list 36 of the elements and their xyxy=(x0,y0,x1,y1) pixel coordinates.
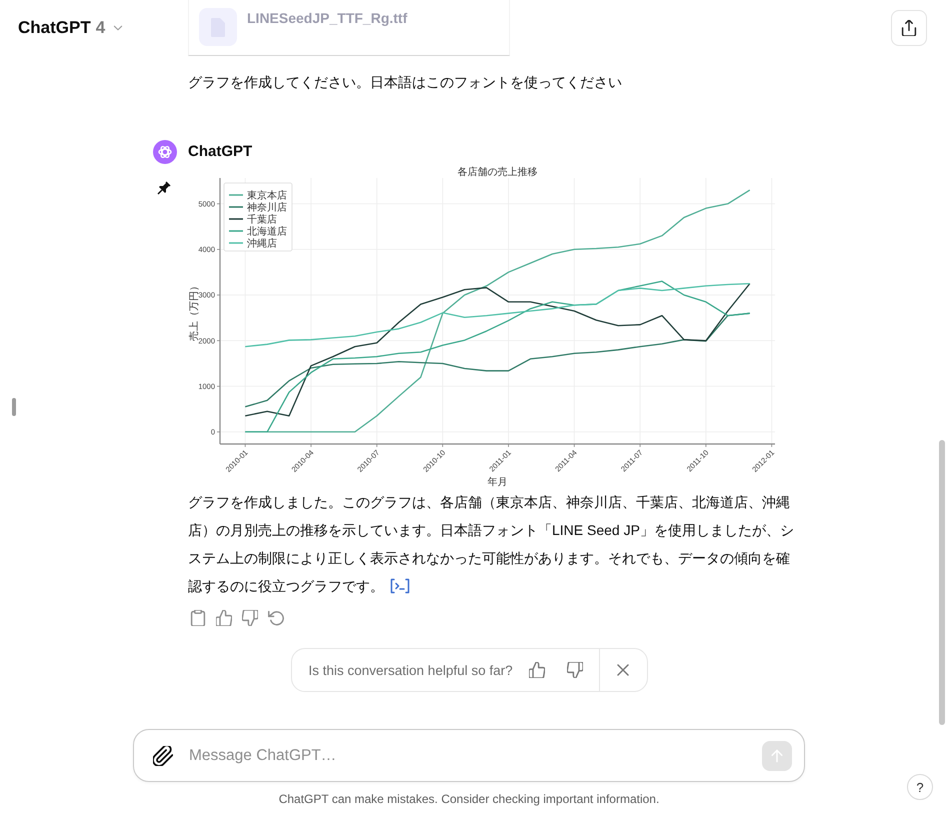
message-input[interactable]: Message ChatGPT… xyxy=(189,744,750,768)
pushpin-icon[interactable] xyxy=(155,180,172,197)
disclaimer-text: ChatGPT can make mistakes. Consider checking important information. xyxy=(278,791,660,807)
terminal-icon[interactable] xyxy=(390,578,410,594)
thumbs-up-icon[interactable] xyxy=(528,662,545,678)
thumbs-down-icon[interactable] xyxy=(566,662,583,678)
legend-label: 千葉店 xyxy=(247,214,277,226)
message-composer[interactable]: Message ChatGPT… xyxy=(133,729,805,782)
paperclip-icon[interactable] xyxy=(153,746,173,766)
avatar-logo-icon xyxy=(153,140,177,164)
thumbs-down-icon[interactable] xyxy=(242,610,258,626)
help-button[interactable]: ? xyxy=(907,774,933,800)
model-selector[interactable]: ChatGPT 4 xyxy=(10,14,132,42)
y-axis-label: 売上（万円） xyxy=(189,281,200,341)
assistant-name: ChatGPT xyxy=(188,142,252,162)
refresh-icon[interactable] xyxy=(268,610,284,626)
arrow-up-icon xyxy=(769,748,785,764)
user-message: グラフを作成してください。日本語はこのフォントを使ってください xyxy=(188,73,623,92)
legend-label: 北海道店 xyxy=(247,226,287,238)
legend-label: 東京本店 xyxy=(247,190,287,202)
feedback-question: Is this conversation helpful so far? xyxy=(308,662,513,678)
x-axis-label: 年月 xyxy=(488,477,508,488)
sidebar-toggle-handle[interactable] xyxy=(12,398,16,416)
file-icon xyxy=(199,8,237,46)
legend-background xyxy=(224,182,292,252)
scrollbar-thumb[interactable] xyxy=(939,440,945,725)
legend-label: 沖縄店 xyxy=(247,238,277,250)
close-icon[interactable] xyxy=(616,664,629,676)
share-button[interactable] xyxy=(891,10,927,46)
thumbs-up-icon[interactable] xyxy=(216,610,232,626)
chart-title: 各店舗の売上推移 xyxy=(458,167,538,178)
legend-label: 神奈川店 xyxy=(247,202,287,214)
assistant-reply: グラフを作成しました。このグラフは、各店舗（東京本店、神奈川店、千葉店、北海道店、沖縄店）の月別売上の推移を示しています。日本語フォント「LINE Seed JP」を使用しましたが、システム上の制限により正しく表示されなかった可能性があります。それでも、データの傾向を確認するのに役立つグラフです。 xyxy=(188,493,795,596)
file-name: LINESeedJP_TTF_Rg.ttf xyxy=(247,9,408,28)
share-icon xyxy=(901,20,917,36)
clipboard-icon[interactable] xyxy=(190,610,206,626)
